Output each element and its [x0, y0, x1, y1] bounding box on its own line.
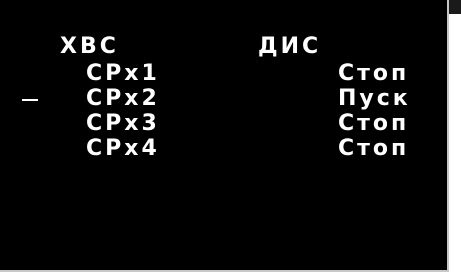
row-status: Стоп	[338, 111, 410, 136]
row-status: Стоп	[338, 61, 410, 86]
row-name: CPx2	[86, 86, 160, 111]
window-edge	[449, 0, 461, 280]
row-status: Стоп	[338, 136, 410, 161]
selection-cursor	[22, 99, 38, 101]
row-name: CPx3	[86, 111, 160, 136]
header-right-label: ДИС	[258, 34, 322, 59]
row-name: CPx4	[86, 136, 160, 161]
row-name: CPx1	[86, 61, 160, 86]
row-status: Пуск	[338, 86, 411, 111]
header-left-label: ХВС	[60, 34, 119, 59]
window-edge-corner	[449, 0, 461, 14]
terminal-screen: ХВС ДИС CPx1 Стоп CPx2 Пуск CPx3 Стоп CP…	[0, 0, 449, 272]
